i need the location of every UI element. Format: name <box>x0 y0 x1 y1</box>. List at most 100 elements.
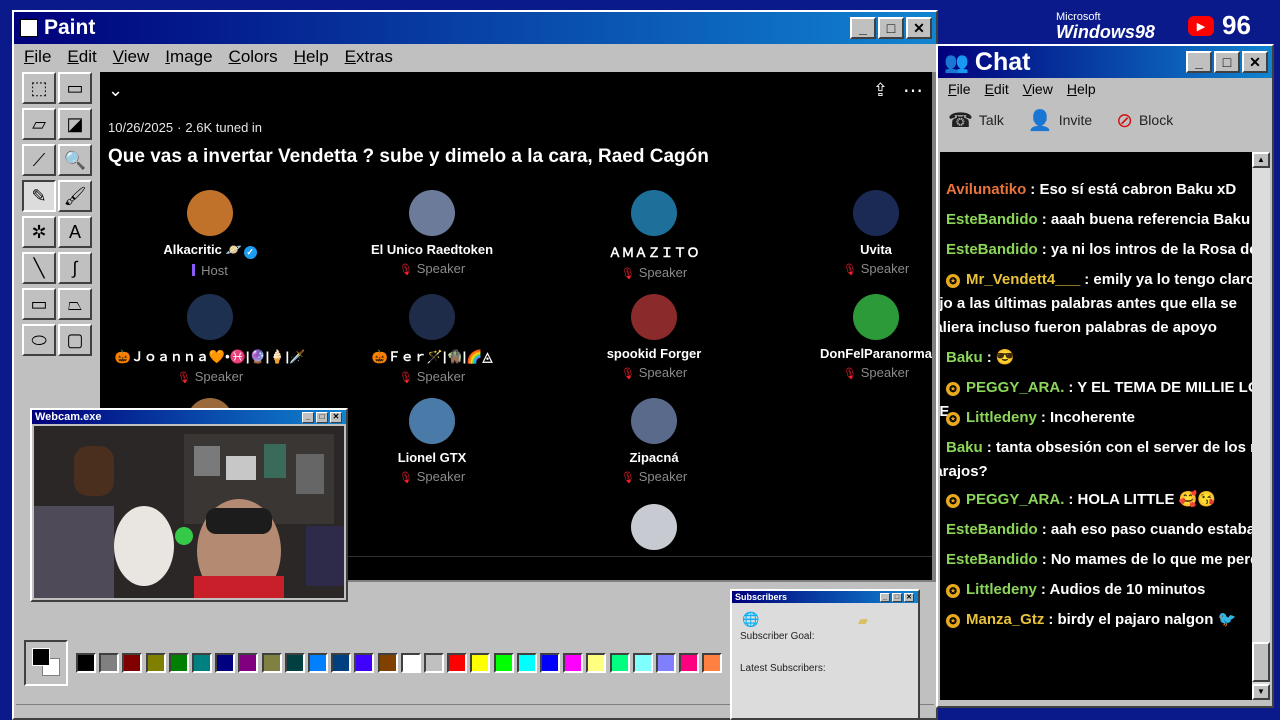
tool-eraser[interactable]: ▱ <box>22 108 56 140</box>
subscribers-titlebar[interactable]: Subscribers _ □ ✕ <box>732 591 918 603</box>
color-swatch[interactable] <box>168 653 189 673</box>
avatar[interactable] <box>187 294 233 340</box>
tool-fill[interactable]: ◪ <box>58 108 92 140</box>
color-swatch[interactable] <box>632 653 653 673</box>
color-swatch[interactable] <box>238 653 259 673</box>
tool-pencil[interactable]: ✎ <box>22 180 56 212</box>
scroll-up-icon[interactable]: ▲ <box>1252 152 1270 168</box>
chat-close-button[interactable]: ✕ <box>1242 51 1268 73</box>
tool-curve[interactable]: ∫ <box>58 252 92 284</box>
chat-menu-file[interactable]: File <box>948 81 971 97</box>
chat-username[interactable]: Littledeny <box>966 409 1037 426</box>
color-swatch[interactable] <box>424 653 444 673</box>
chat-username[interactable]: Mr_Vendett4___ <box>966 271 1080 288</box>
tool-pick-color[interactable]: ⟋ <box>22 144 56 176</box>
color-swatch[interactable] <box>470 653 491 673</box>
menu-file[interactable]: File <box>24 47 51 67</box>
color-swatch[interactable] <box>377 653 398 673</box>
color-swatch[interactable] <box>656 653 676 673</box>
color-swatch[interactable] <box>679 653 700 673</box>
more-icon[interactable]: ⋯ <box>903 78 924 103</box>
participant[interactable] <box>554 504 754 550</box>
chat-scrollbar[interactable]: ▲ ▼ <box>1252 152 1270 700</box>
avatar[interactable] <box>631 504 677 550</box>
chat-username[interactable]: PEGGY_ARA. <box>966 379 1064 396</box>
tool-polygon[interactable]: ⏢ <box>58 288 92 320</box>
chat-username[interactable]: Baku <box>946 439 983 456</box>
participant[interactable]: 🎃Ｊｏａｎｎａ🧡•♓️|🔮|🍦|🗡️ 🎙 Speaker <box>110 294 310 384</box>
color-swatch[interactable] <box>516 653 537 673</box>
menu-help[interactable]: Help <box>294 47 329 67</box>
chat-menu-edit[interactable]: Edit <box>985 81 1009 97</box>
tool-rounded-rectangle[interactable]: ▢ <box>58 324 92 356</box>
color-swatch[interactable] <box>99 653 120 673</box>
chat-username[interactable]: EsteBandido <box>946 551 1038 568</box>
color-swatch[interactable] <box>145 653 166 673</box>
maximize-button[interactable]: □ <box>878 17 904 39</box>
tool-text[interactable]: A <box>58 216 92 248</box>
participant[interactable]: El Unico Raedtoken 🎙 Speaker <box>332 190 532 276</box>
chat-username[interactable]: Littledeny <box>966 581 1037 598</box>
chat-username[interactable]: PEGGY_ARA. <box>966 491 1064 508</box>
tool-free-form-select[interactable]: ⬚ <box>22 72 56 104</box>
color-swatch[interactable] <box>447 653 468 673</box>
menu-extras[interactable]: Extras <box>345 47 393 67</box>
participant[interactable]: Zipacná 🎙 Speaker <box>554 398 754 484</box>
tool-ellipse[interactable]: ⬭ <box>22 324 56 356</box>
avatar[interactable] <box>853 190 899 236</box>
chat-menu-help[interactable]: Help <box>1067 81 1096 97</box>
chat-titlebar[interactable]: 👥 Chat _ □ ✕ <box>938 46 1272 78</box>
subs-minimize-button[interactable]: _ <box>880 592 890 602</box>
avatar[interactable] <box>409 294 455 340</box>
tool-magnifier[interactable]: 🔍 <box>58 144 92 176</box>
scroll-thumb[interactable] <box>1252 642 1270 682</box>
avatar[interactable] <box>631 294 677 340</box>
chat-username[interactable]: EsteBandido <box>946 521 1038 538</box>
participant[interactable]: Uvita 🎙 Speaker <box>776 190 932 276</box>
participant[interactable] <box>332 398 532 444</box>
chat-log[interactable]: Avilunatiko: Eso sí está cabron Baku xD E… <box>940 152 1254 700</box>
color-swatch[interactable] <box>563 653 584 673</box>
tool-airbrush[interactable]: ✲ <box>22 216 56 248</box>
avatar[interactable] <box>853 294 899 340</box>
color-swatch[interactable] <box>493 653 514 673</box>
tool-rectangle[interactable]: ▭ <box>22 288 56 320</box>
menu-colors[interactable]: Colors <box>229 47 278 67</box>
color-swatch[interactable] <box>192 653 212 673</box>
participant[interactable]: Alkacritic 🪐 ✓ Host <box>110 190 310 278</box>
talk-button[interactable]: ☎ Talk <box>948 108 1004 133</box>
color-swatch[interactable] <box>331 653 352 673</box>
paint-titlebar[interactable]: Paint _ □ ✕ <box>14 12 936 44</box>
avatar[interactable] <box>409 398 455 444</box>
color-swatch[interactable] <box>76 653 96 673</box>
color-swatch[interactable] <box>308 653 328 673</box>
color-swatch[interactable] <box>354 653 375 673</box>
webcam-maximize-button[interactable]: □ <box>316 411 328 423</box>
color-swatch[interactable] <box>540 653 560 673</box>
chat-maximize-button[interactable]: □ <box>1214 51 1240 73</box>
color-swatch[interactable] <box>284 653 305 673</box>
color-swatch[interactable] <box>261 653 282 673</box>
webcam-close-button[interactable]: ✕ <box>330 411 342 423</box>
menu-view[interactable]: View <box>113 47 150 67</box>
subs-close-button[interactable]: ✕ <box>904 592 914 602</box>
chat-menu-view[interactable]: View <box>1023 81 1053 97</box>
invite-button[interactable]: 👤 Invite <box>1028 108 1092 133</box>
chat-username[interactable]: Avilunatiko <box>946 181 1026 198</box>
chat-username[interactable]: EsteBandido <box>946 211 1038 228</box>
webcam-titlebar[interactable]: Webcam.exe _ □ ✕ <box>32 410 346 424</box>
minimize-button[interactable]: _ <box>850 17 876 39</box>
scroll-down-icon[interactable]: ▼ <box>1252 684 1270 700</box>
block-button[interactable]: ⊘ Block <box>1116 108 1173 133</box>
participant[interactable]: ＡＭＡＺＩＴＯ 🎙 Speaker <box>554 190 754 280</box>
participant[interactable]: DonFelParanorma 🎙 Speaker <box>776 294 932 380</box>
chat-username[interactable]: Manza_Gtz <box>966 611 1044 628</box>
participant[interactable]: spookid Forger 🎙 Speaker <box>554 294 754 380</box>
participant[interactable]: 🎃Ｆｅｒ🪄|🧌|🌈◬ 🎙 Speaker <box>332 294 532 384</box>
chat-username[interactable]: Baku <box>946 349 983 366</box>
menu-image[interactable]: Image <box>165 47 212 67</box>
webcam-minimize-button[interactable]: _ <box>302 411 314 423</box>
avatar[interactable] <box>187 190 233 236</box>
chat-minimize-button[interactable]: _ <box>1186 51 1212 73</box>
current-colors[interactable] <box>24 640 68 686</box>
